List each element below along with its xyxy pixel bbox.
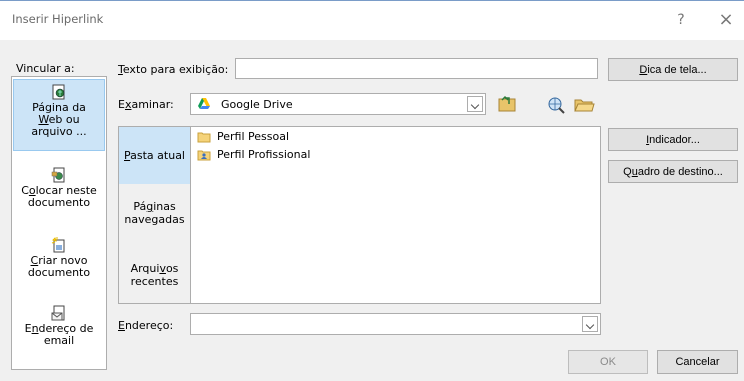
- web-page-icon: [52, 84, 65, 100]
- google-drive-icon: [198, 98, 210, 109]
- help-button[interactable]: ?: [667, 9, 695, 31]
- title-bar: Inserir Hiperlink ? ×: [0, 0, 744, 40]
- browse-web-button[interactable]: [545, 94, 567, 116]
- browse-tabs: Pasta atual Páginas navegadas Arquivos rec…: [119, 127, 191, 303]
- look-in-combo[interactable]: Google Drive: [190, 93, 486, 115]
- new-document-icon: [51, 237, 65, 253]
- close-button[interactable]: ×: [712, 9, 740, 31]
- link-to-panel: Página da Web ou arquivo ... Colocar neste…: [11, 76, 107, 370]
- tab-browsed-pages[interactable]: Páginas navegadas: [119, 200, 190, 226]
- file-name: Perfil Pessoal: [217, 130, 290, 143]
- target-frame-button[interactable]: Quadro de destino...: [608, 160, 738, 183]
- file-row[interactable]: Perfil Profissional: [197, 147, 310, 163]
- link-to-new-document[interactable]: Criar novo documento: [13, 237, 105, 279]
- link-to-place-in-document-label: Colocar neste documento: [21, 184, 97, 209]
- look-in-label: Examinar:: [118, 98, 174, 111]
- shared-folder-icon: [197, 150, 211, 161]
- browse-file-button[interactable]: [573, 94, 595, 116]
- up-folder-icon: [498, 95, 516, 112]
- tab-recent-files[interactable]: Arquivos recentes: [119, 262, 190, 288]
- address-label: Endereço:: [118, 319, 174, 332]
- browse-area: Pasta atual Páginas navegadas Arquivos rec…: [118, 126, 601, 304]
- email-icon: [51, 305, 65, 321]
- link-to-label: Vincular a:: [16, 62, 75, 75]
- file-name: Perfil Profissional: [217, 148, 311, 161]
- look-in-dropdown-arrow[interactable]: [467, 96, 483, 112]
- address-combo[interactable]: [190, 313, 601, 335]
- ok-button[interactable]: OK: [568, 350, 648, 374]
- link-to-email[interactable]: Endereço de email: [13, 305, 105, 347]
- display-text-input[interactable]: [235, 58, 598, 79]
- file-row[interactable]: Perfil Pessoal: [197, 129, 289, 145]
- display-text-label: Texto para exibição:: [118, 63, 229, 76]
- place-in-document-icon: [51, 167, 65, 183]
- dialog-title: Inserir Hiperlink: [12, 12, 104, 26]
- screentip-button[interactable]: Dica de tela...: [608, 58, 738, 81]
- folder-icon: [197, 132, 211, 143]
- tab-current-folder[interactable]: Pasta atual: [119, 127, 190, 184]
- up-one-folder-button[interactable]: [497, 94, 519, 116]
- look-in-value: Google Drive: [221, 98, 293, 111]
- link-to-web-page[interactable]: Página da Web ou arquivo ...: [13, 79, 105, 151]
- open-folder-icon: [574, 99, 595, 112]
- insert-hyperlink-dialog: Inserir Hiperlink ? × Vincular a: Página…: [0, 0, 744, 381]
- link-to-new-document-label: Criar novo documento: [27, 254, 91, 279]
- browse-web-icon: [548, 97, 565, 114]
- link-to-web-page-label: Página da Web ou arquivo ...: [31, 101, 87, 138]
- bookmark-button[interactable]: Indicador...: [608, 128, 738, 151]
- link-to-email-label: Endereço de email: [24, 322, 94, 347]
- cancel-button[interactable]: Cancelar: [657, 350, 738, 374]
- address-dropdown-arrow[interactable]: [582, 316, 598, 332]
- link-to-place-in-document[interactable]: Colocar neste documento: [13, 167, 105, 209]
